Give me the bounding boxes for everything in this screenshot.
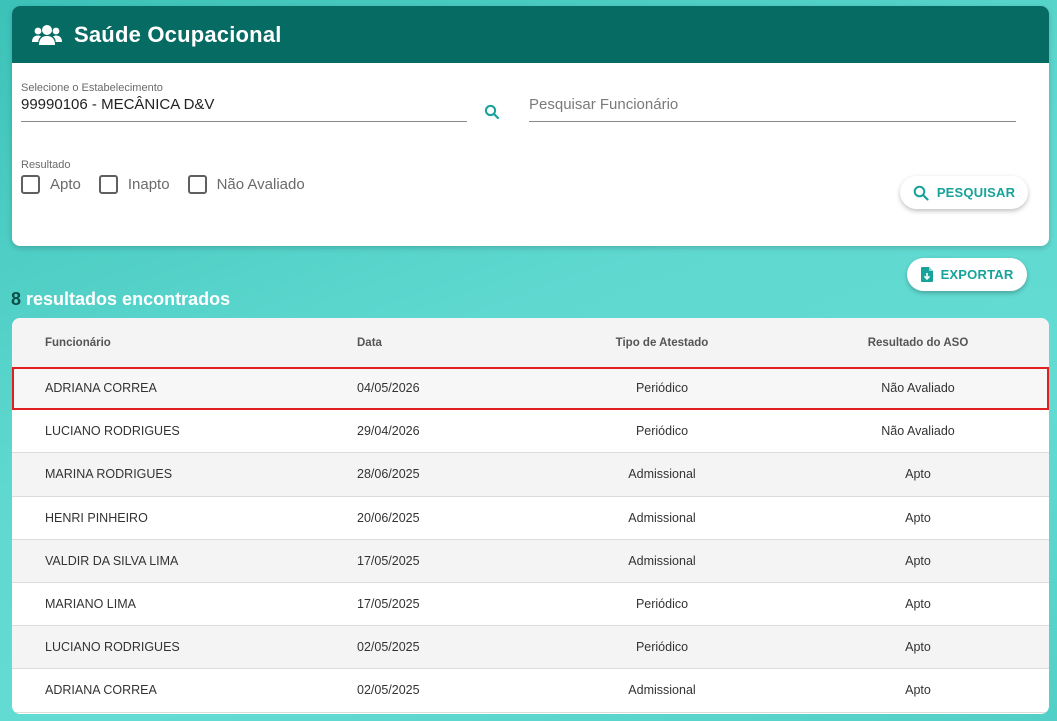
checkbox-label: Apto — [50, 176, 81, 193]
cell-date: 28/06/2025 — [357, 467, 420, 482]
cell-result: Apto — [905, 597, 931, 612]
cell-type: Periódico — [635, 597, 689, 612]
cell-date: 02/05/2025 — [357, 683, 420, 698]
column-header-result[interactable]: Resultado do ASO — [818, 318, 1018, 367]
employee-search-input[interactable] — [529, 96, 1016, 113]
establishment-value: 99990106 - MECÂNICA D&V — [21, 96, 215, 113]
cell-date: 17/05/2025 — [357, 597, 420, 612]
cell-employee: MARIANO LIMA — [45, 597, 136, 612]
checkbox-box[interactable] — [187, 175, 207, 194]
cell-employee: ADRIANA CORREA — [45, 683, 157, 698]
cell-employee: ADRIANA CORREA — [45, 381, 157, 396]
cell-result: Apto — [905, 640, 931, 655]
cell-result: Apto — [905, 683, 931, 698]
cell-employee: VALDIR DA SILVA LIMA — [45, 553, 179, 568]
cell-date: 02/05/2025 — [357, 640, 420, 655]
cell-type: Admissional — [628, 683, 696, 698]
table-row[interactable]: VALDIR DA SILVA LIMA 17/05/2025 Admissio… — [12, 539, 1049, 583]
checkbox-box[interactable] — [21, 175, 40, 194]
cell-result: Não Avaliado — [881, 381, 955, 396]
search-icon[interactable] — [483, 103, 501, 121]
cell-result: Não Avaliado — [881, 424, 955, 439]
cell-type: Periódico — [635, 640, 689, 655]
table-row[interactable]: LUCIANO RODRIGUES 29/04/2026 Periódico N… — [12, 410, 1049, 454]
cell-date: 29/04/2026 — [357, 424, 420, 439]
search-button-label: PESQUISAR — [936, 185, 1016, 200]
checkbox-label: Não Avaliado — [216, 176, 305, 193]
table-row[interactable]: LUCIANO RODRIGUES 02/05/2025 Periódico A… — [12, 626, 1049, 670]
cell-result: Apto — [905, 510, 931, 525]
cell-employee: MARINA RODRIGUES — [45, 467, 173, 482]
export-button-label: EXPORTAR — [940, 267, 1014, 282]
table-row[interactable]: HENRI PINHEIRO 20/06/2025 Admissional Ap… — [12, 497, 1049, 540]
card-header: Saúde Ocupacional — [12, 6, 1049, 63]
cell-date: 17/05/2025 — [357, 553, 420, 568]
results-count-number: 8 — [11, 289, 22, 309]
cell-type: Periódico — [635, 381, 689, 396]
column-header-type[interactable]: Tipo de Atestado — [562, 318, 762, 367]
cell-employee: LUCIANO RODRIGUES — [45, 424, 180, 439]
export-button[interactable]: EXPORTAR — [907, 258, 1027, 291]
checkbox-label: Inapto — [127, 176, 170, 193]
cell-type: Admissional — [628, 467, 696, 482]
column-header-employee[interactable]: Funcionário — [45, 318, 111, 367]
results-count: 8 resultados encontrados — [11, 289, 230, 310]
results-count-text: resultados encontrados — [26, 289, 231, 309]
cell-type: Admissional — [628, 553, 696, 568]
search-icon — [913, 185, 929, 201]
result-checkboxes: Apto Inapto Não Avaliado — [21, 175, 323, 194]
employee-search-field[interactable] — [529, 96, 1016, 122]
table-row[interactable]: MARIANO LIMA 17/05/2025 Periódico Apto — [12, 583, 1049, 627]
checkbox-inapto[interactable]: Inapto — [98, 175, 170, 194]
table-row[interactable]: ADRIANA CORREA 04/05/2026 Periódico Não … — [12, 367, 1049, 411]
search-button[interactable]: PESQUISAR — [900, 176, 1028, 209]
establishment-label: Selecione o Estabelecimento — [21, 82, 163, 94]
page-title: Saúde Ocupacional — [74, 21, 282, 47]
cell-date: 04/05/2026 — [357, 381, 420, 396]
cell-date: 20/06/2025 — [357, 510, 420, 525]
cell-result: Apto — [905, 553, 931, 568]
cell-employee: HENRI PINHEIRO — [45, 510, 148, 525]
cell-type: Periódico — [635, 424, 689, 439]
column-header-date[interactable]: Data — [357, 318, 382, 367]
cell-result: Apto — [905, 467, 931, 482]
cell-type: Admissional — [628, 510, 696, 525]
results-table: Funcionário Data Tipo de Atestado Result… — [12, 318, 1049, 714]
table-header: Funcionário Data Tipo de Atestado Result… — [12, 318, 1049, 367]
users-icon — [32, 23, 62, 47]
table-row[interactable]: ADRIANA CORREA 02/05/2025 Admissional Ap… — [12, 669, 1049, 713]
checkbox-box[interactable] — [98, 175, 118, 194]
checkbox-apto[interactable]: Apto — [21, 175, 81, 194]
filter-card: Saúde Ocupacional — [12, 6, 1049, 246]
result-filter-label: Resultado — [21, 159, 71, 171]
file-download-icon — [920, 267, 933, 282]
establishment-select[interactable]: Selecione o Estabelecimento 99990106 - M… — [21, 82, 467, 122]
cell-employee: LUCIANO RODRIGUES — [45, 640, 180, 655]
table-row[interactable]: MARINA RODRIGUES 28/06/2025 Admissional … — [12, 453, 1049, 497]
checkbox-nao-avaliado[interactable]: Não Avaliado — [187, 175, 305, 194]
